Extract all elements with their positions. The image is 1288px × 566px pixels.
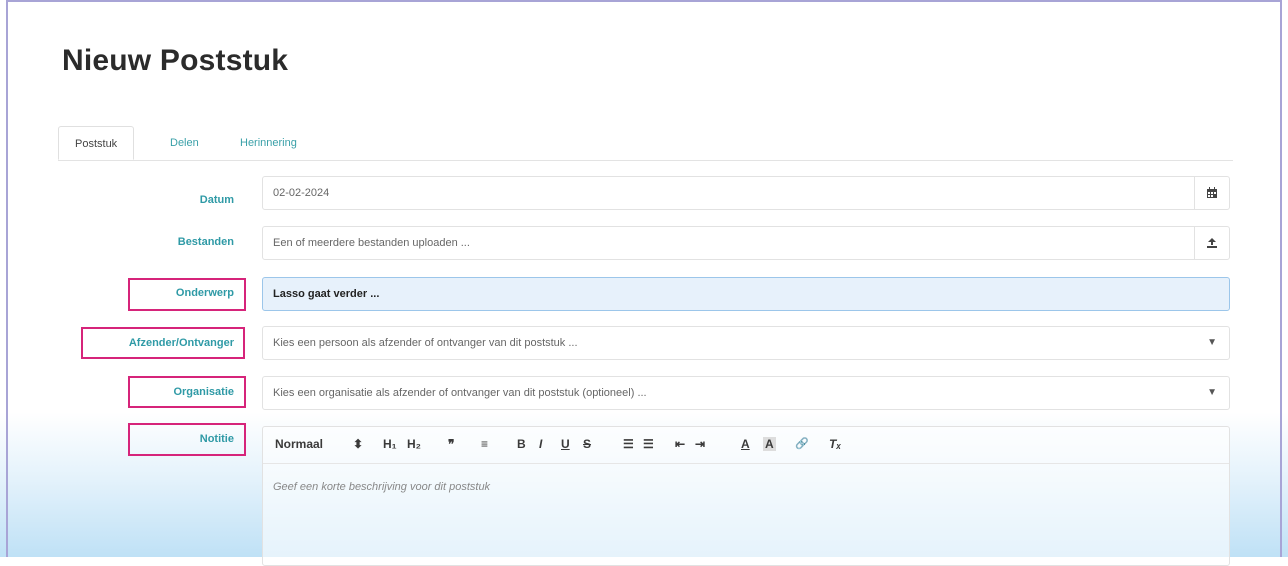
onderwerp-input[interactable]: Lasso gaat verder ... [262,277,1230,311]
notitie-editor[interactable]: Normaal ⬍ H₁ H₂ ❞ ≡ B I U S ☰ ☰ ⇤ ⇥ A A … [262,426,1230,566]
underline-button[interactable]: U [561,437,570,451]
bestanden-field[interactable]: Een of meerdere bestanden uploaden ... [262,226,1230,260]
datum-value: 02-02-2024 [273,187,330,199]
strike-button[interactable]: S [583,437,591,451]
calendar-icon[interactable] [1194,177,1229,209]
datum-field[interactable]: 02-02-2024 [262,176,1230,210]
datum-label: Datum [199,194,234,206]
notitie-label: Notitie [199,433,234,445]
afzender-select[interactable]: Kies een persoon als afzender of ontvang… [262,326,1230,360]
format-select-arrow-icon[interactable]: ⬍ [353,437,363,451]
background-color-icon[interactable]: A [763,437,776,451]
onderwerp-label: Onderwerp [175,287,234,299]
bestanden-placeholder: Een of meerdere bestanden uploaden ... [273,237,470,249]
blockquote-icon[interactable]: ❞ [448,437,454,451]
chevron-down-icon: ▼ [1207,387,1217,398]
indent-less-icon[interactable]: ⇤ [675,437,685,451]
editor-toolbar: Normaal ⬍ H₁ H₂ ❞ ≡ B I U S ☰ ☰ ⇤ ⇥ A A … [263,427,1229,464]
onderwerp-value: Lasso gaat verder ... [273,288,380,300]
organisatie-placeholder: Kies een organisatie als afzender of ont… [273,387,647,399]
heading-1-button[interactable]: H₁ [383,437,397,451]
format-select[interactable]: Normaal [275,437,323,451]
tab-delen[interactable]: Delen [154,126,215,160]
bullet-list-icon[interactable]: ☰ [643,437,654,451]
bestanden-label: Bestanden [177,236,234,248]
afzender-placeholder: Kies een persoon als afzender of ontvang… [273,337,578,349]
notitie-placeholder: Geef een korte beschrijving voor dit pos… [273,481,491,493]
bold-button[interactable]: B [517,437,526,451]
page-title: Nieuw Poststuk [62,44,289,77]
link-icon[interactable]: 🔗 [795,437,809,450]
chevron-down-icon: ▼ [1207,337,1217,348]
organisatie-select[interactable]: Kies een organisatie als afzender of ont… [262,376,1230,410]
italic-button[interactable]: I [539,437,542,451]
tab-herinnering[interactable]: Herinnering [224,126,313,160]
organisatie-label: Organisatie [173,386,234,398]
upload-icon[interactable] [1194,227,1229,259]
ordered-list-icon[interactable]: ☰ [623,437,634,451]
heading-2-button[interactable]: H₂ [407,437,421,451]
afzender-label: Afzender/Ontvanger [128,337,234,349]
tab-poststuk[interactable]: Poststuk [58,126,135,160]
align-icon[interactable]: ≡ [481,437,488,451]
tab-bar: Poststuk Delen Herinnering [58,126,1233,161]
text-color-icon[interactable]: A [741,437,750,451]
clear-format-icon[interactable]: Tₓ [829,437,841,451]
indent-more-icon[interactable]: ⇥ [695,437,705,451]
